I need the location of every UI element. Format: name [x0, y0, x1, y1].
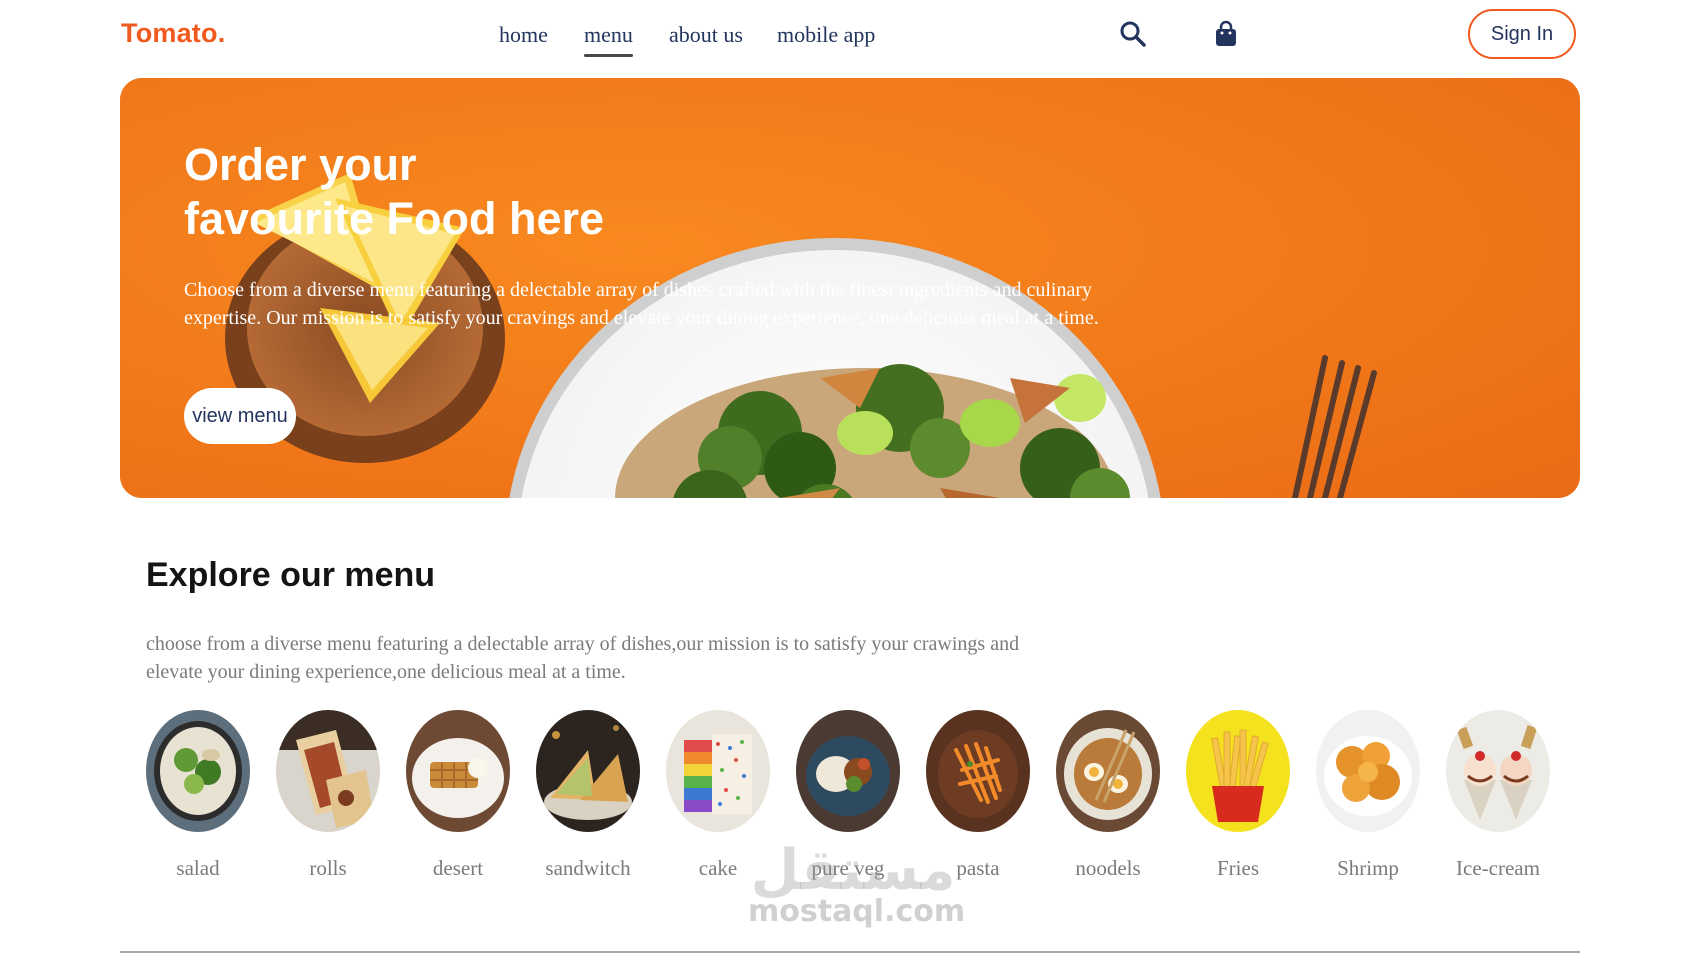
- nav-home[interactable]: home: [499, 22, 548, 48]
- explore-menu-title: Explore our menu: [146, 556, 436, 594]
- menu-item-sandwitch[interactable]: sandwitch: [536, 710, 640, 880]
- menu-category-list: salad rolls desert sandwitch cake pure v…: [146, 710, 1550, 890]
- watermark-latin-text: mostaql.com: [748, 894, 966, 929]
- ice-cream-image: [1446, 710, 1550, 832]
- menu-item-fries[interactable]: Fries: [1186, 710, 1290, 880]
- menu-item-noodels[interactable]: noodels: [1056, 710, 1160, 880]
- menu-item-ice-cream[interactable]: Ice-cream: [1446, 710, 1550, 880]
- shopping-bag-icon[interactable]: [1213, 20, 1241, 48]
- hero-banner: Order your favourite Food here Choose fr…: [120, 78, 1580, 498]
- menu-item-shrimp[interactable]: Shrimp: [1316, 710, 1420, 880]
- hero-title: Order your favourite Food here: [184, 138, 704, 246]
- hero-title-line-2: favourite Food here: [184, 193, 605, 244]
- shrimp-image: [1316, 710, 1420, 832]
- pure-veg-image: [796, 710, 900, 832]
- search-icon[interactable]: [1119, 20, 1147, 48]
- desert-image: [406, 710, 510, 832]
- explore-menu-description: choose from a diverse menu featuring a d…: [146, 633, 1020, 683]
- menu-item-desert[interactable]: desert: [406, 710, 510, 880]
- menu-item-pure-veg[interactable]: pure veg: [796, 710, 900, 880]
- logo[interactable]: Tomato.: [121, 18, 225, 49]
- hero-description: Choose from a diverse menu featuring a d…: [184, 279, 1099, 329]
- salad-image: [146, 710, 250, 832]
- section-divider: [120, 951, 1580, 953]
- view-menu-button[interactable]: view menu: [184, 388, 296, 444]
- menu-item-salad[interactable]: salad: [146, 710, 250, 880]
- sandwich-image: [536, 710, 640, 832]
- sign-in-button[interactable]: Sign In: [1468, 9, 1576, 59]
- rolls-image: [276, 710, 380, 832]
- noodles-image: [1056, 710, 1160, 832]
- nav-about-us[interactable]: about us: [669, 22, 743, 48]
- pasta-image: [926, 710, 1030, 832]
- nav-menu[interactable]: menu: [584, 22, 633, 57]
- menu-item-label: Ice-cream: [1456, 856, 1540, 880]
- cake-image: [666, 710, 770, 832]
- fries-image: [1186, 710, 1290, 832]
- nav-mobile-app[interactable]: mobile app: [777, 22, 875, 48]
- menu-item-rolls[interactable]: rolls: [276, 710, 380, 880]
- menu-item-pasta[interactable]: pasta: [926, 710, 1030, 880]
- hero-title-line-1: Order your: [184, 139, 417, 190]
- menu-item-cake[interactable]: cake: [666, 710, 770, 880]
